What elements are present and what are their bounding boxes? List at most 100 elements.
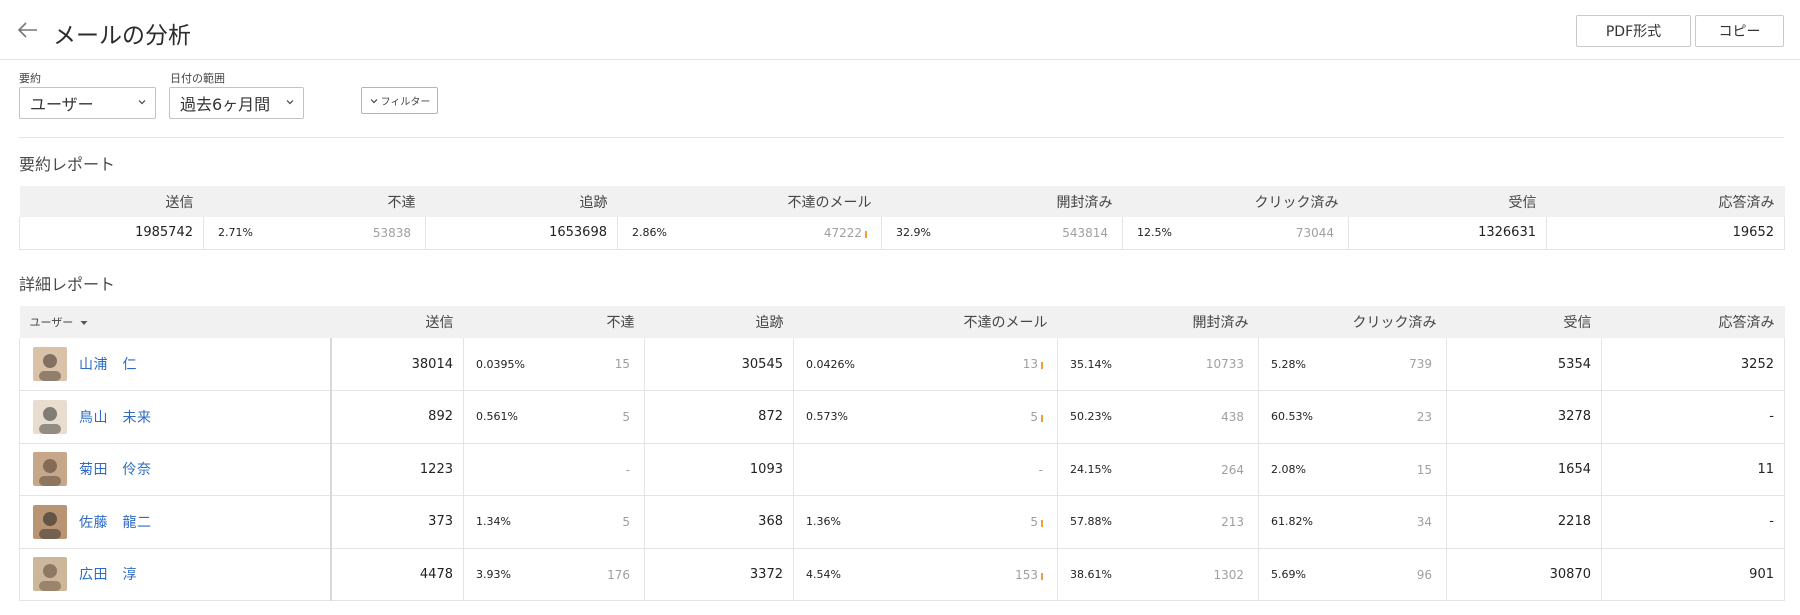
- table-row: 菊田 伶奈 1223-1093-24.15% 264 2.08% 15 1654 11: [19, 443, 1785, 496]
- cell-clicked-pct: 5.69%: [1271, 567, 1306, 581]
- cell-opened-count: 10733: [1205, 357, 1244, 371]
- cell-bounced-mail-pct: 0.573%: [806, 410, 848, 424]
- chevron-down-icon: [370, 98, 378, 103]
- cell-tracked: 1093: [644, 443, 794, 496]
- back-arrow-icon[interactable]: [16, 18, 40, 42]
- date-range-label: 日付の範囲: [170, 72, 225, 85]
- summary-bounce-pct: 2.71%: [218, 226, 253, 240]
- summary-opened-count: 543814: [1062, 226, 1108, 240]
- summary-bounce: 2.71% 53838: [203, 217, 426, 250]
- filter-button[interactable]: フィルター: [361, 87, 438, 114]
- cell-opened-count: 213: [1221, 515, 1244, 529]
- col-tracked: 追跡: [425, 186, 618, 217]
- cell-opened-pct: 50.23%: [1070, 410, 1112, 424]
- cell-replied: 3252: [1601, 338, 1785, 391]
- col-replied: 応答済み: [1546, 186, 1785, 217]
- cell-clicked-pct: 61.82%: [1271, 515, 1313, 529]
- cell-opened: 24.15% 264: [1057, 443, 1259, 496]
- col-user-sort[interactable]: ユーザー: [19, 306, 331, 338]
- date-range-select[interactable]: 過去6ヶ月間: [169, 87, 304, 119]
- user-cell: 佐藤 龍二: [19, 495, 332, 549]
- user-name-link[interactable]: 菊田 伶奈: [79, 459, 152, 479]
- cell-replied: -: [1601, 495, 1785, 549]
- summary-label: 要約: [19, 72, 41, 85]
- cell-clicked-pct: 5.28%: [1271, 357, 1306, 371]
- cell-tracked: 872: [644, 390, 794, 444]
- cell-opened-count: 264: [1221, 462, 1244, 477]
- cell-bounce: 1.34% 5: [463, 495, 645, 549]
- user-cell: 菊田 伶奈: [19, 443, 332, 496]
- cell-bounced-mail-count: 153: [1015, 567, 1038, 582]
- summary-clicked-count: 73044: [1295, 226, 1334, 240]
- warning-tick-icon: [1041, 572, 1043, 580]
- col-clicked: クリック済み: [1122, 186, 1349, 217]
- detail-table: ユーザー 送信 不達 追跡 不達のメール 開封済み クリック済み 受信 応答済み…: [19, 306, 1785, 601]
- cell-sent: 1223: [330, 443, 464, 496]
- table-row: 山浦 仁 38014 0.0395% 15 30545 0.0426% 13 35.14% 10…: [19, 338, 1785, 391]
- user-cell: 広田 淳: [19, 548, 332, 601]
- cell-replied: -: [1601, 390, 1785, 444]
- cell-clicked-count: 96: [1416, 567, 1432, 582]
- summary-bounced-mail-count: 47222: [823, 226, 862, 240]
- cell-sent: 4478: [330, 548, 464, 601]
- summary-opened: 32.9% 543814: [881, 217, 1123, 250]
- cell-bounced-mail: 0.0426% 13: [793, 338, 1058, 391]
- cell-clicked: 61.82% 34: [1258, 495, 1447, 549]
- date-range-select-value: 過去6ヶ月間: [180, 95, 271, 114]
- summary-select[interactable]: ユーザー: [19, 87, 156, 119]
- cell-bounced-mail: -: [793, 443, 1058, 496]
- chevron-down-icon: [138, 100, 146, 105]
- col-opened: 開封済み: [881, 186, 1123, 217]
- cell-clicked: 5.69% 96: [1258, 548, 1447, 601]
- cell-replied: 11: [1601, 443, 1785, 496]
- cell-opened: 57.88% 213: [1057, 495, 1259, 549]
- copy-button[interactable]: コピー: [1695, 15, 1784, 47]
- table-row: 鳥山 未来 892 0.561% 5 872 0.573% 5 50.23% 438 60.53%…: [19, 390, 1785, 444]
- cell-tracked: 3372: [644, 548, 794, 601]
- cell-opened-pct: 35.14%: [1070, 357, 1112, 371]
- cell-sent: 38014: [330, 338, 464, 391]
- filter-button-label: フィルター: [380, 97, 431, 108]
- col-user-label: ユーザー: [29, 316, 74, 329]
- col-received: 受信: [1446, 306, 1602, 338]
- cell-opened: 35.14% 10733: [1057, 338, 1259, 391]
- summary-bounced-mail: 2.86% 47222: [617, 217, 882, 250]
- user-name-link[interactable]: 広田 淳: [79, 564, 137, 584]
- col-bounced-mail: 不達のメール: [617, 186, 882, 217]
- cell-received: 5354: [1446, 338, 1602, 391]
- summary-clicked-pct: 12.5%: [1137, 226, 1172, 240]
- cell-clicked: 5.28% 739: [1258, 338, 1447, 391]
- summary-header-row: 送信 不達 追跡 不達のメール 開封済み クリック済み 受信 応答済み: [19, 186, 1785, 217]
- cell-clicked: 60.53% 23: [1258, 390, 1447, 444]
- avatar: [33, 347, 67, 381]
- avatar: [33, 452, 67, 487]
- user-name-link[interactable]: 鳥山 未来: [79, 407, 152, 427]
- detail-header-row: ユーザー 送信 不達 追跡 不達のメール 開封済み クリック済み 受信 応答済み: [19, 306, 1785, 338]
- user-name-link[interactable]: 佐藤 龍二: [79, 512, 152, 532]
- summary-report-title: 要約レポート: [19, 155, 116, 174]
- cell-sent: 373: [330, 495, 464, 549]
- divider: [19, 137, 1784, 138]
- cell-received: 2218: [1446, 495, 1602, 549]
- summary-clicked: 12.5% 73044: [1122, 217, 1349, 250]
- cell-clicked-count: 15: [1416, 462, 1432, 477]
- detail-report-title: 詳細レポート: [19, 275, 116, 294]
- cell-bounce-pct: 1.34%: [476, 515, 511, 529]
- cell-bounced-mail: 1.36% 5: [793, 495, 1058, 549]
- summary-table: 送信 不達 追跡 不達のメール 開封済み クリック済み 受信 応答済み 1985…: [19, 186, 1785, 250]
- sort-down-icon: [80, 321, 88, 325]
- table-row: 広田 淳 4478 3.93% 176 3372 4.54% 153 38.61% 1302 5.…: [19, 548, 1785, 601]
- cell-bounce-count: 176: [607, 567, 630, 582]
- cell-received: 30870: [1446, 548, 1602, 601]
- cell-bounced-mail-pct: 0.0426%: [806, 357, 855, 371]
- col-clicked: クリック済み: [1258, 306, 1447, 338]
- pdf-export-button[interactable]: PDF形式: [1576, 15, 1691, 47]
- user-cell: 山浦 仁: [19, 338, 332, 391]
- cell-bounced-mail: 0.573% 5: [793, 390, 1058, 444]
- user-name-link[interactable]: 山浦 仁: [79, 354, 137, 374]
- cell-opened-count: 438: [1221, 410, 1244, 424]
- col-received: 受信: [1348, 186, 1547, 217]
- summary-opened-pct: 32.9%: [896, 226, 931, 240]
- avatar: [33, 557, 67, 592]
- cell-bounced-mail-count: -: [1038, 462, 1043, 477]
